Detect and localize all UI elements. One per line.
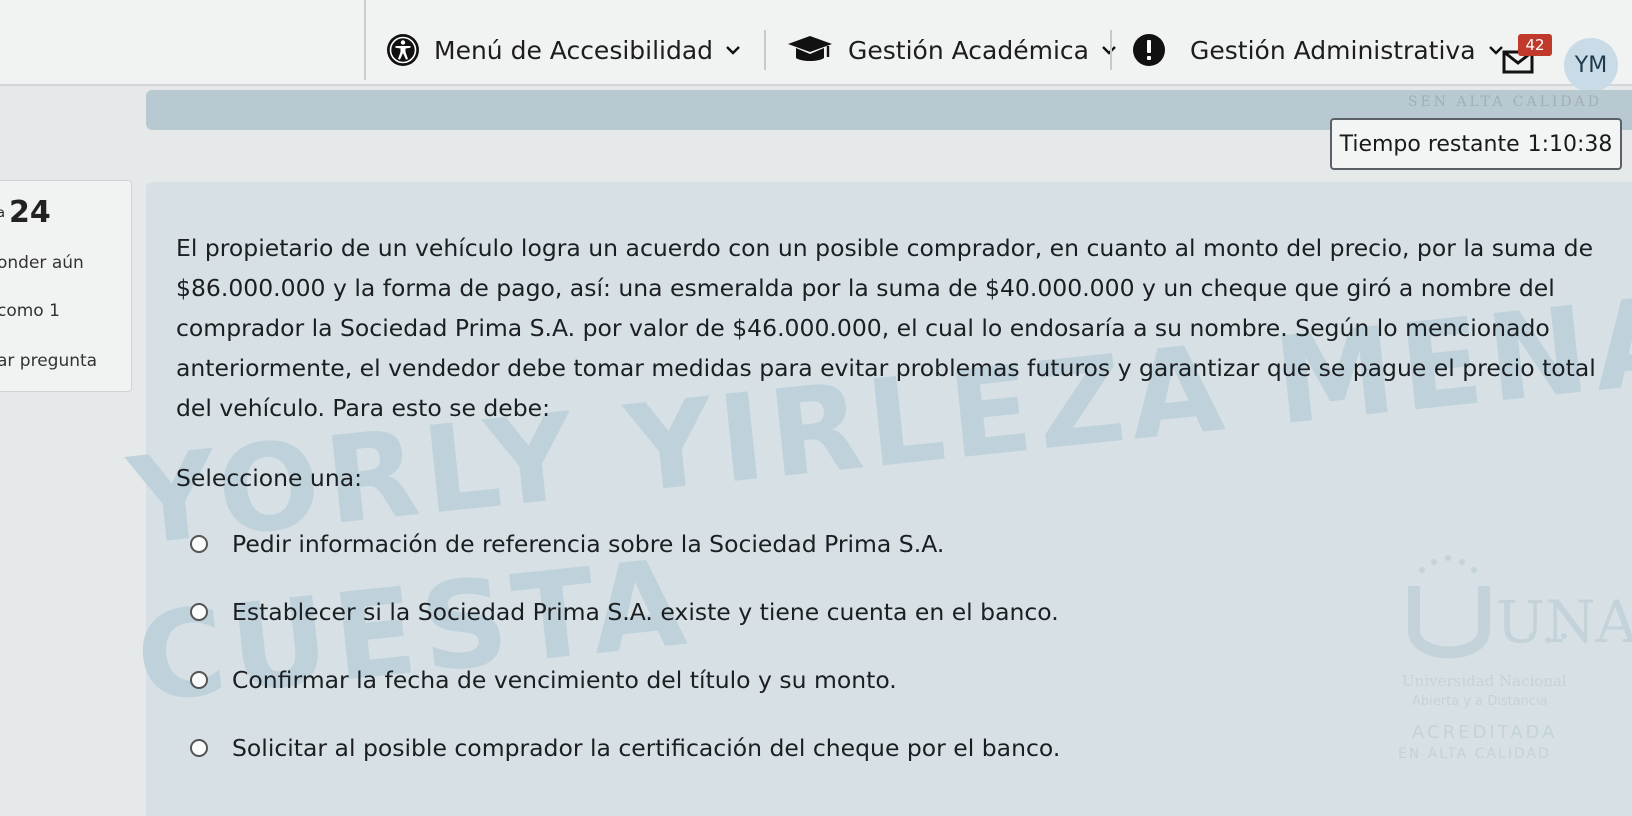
accreditation-label: ACREDITADA — [1412, 722, 1558, 743]
chevron-down-icon — [726, 46, 740, 55]
question-number-prefix: a — [0, 206, 5, 221]
select-one-prompt: Seleccione una: — [176, 464, 363, 492]
navbar-divider — [364, 0, 366, 80]
flag-question-link[interactable]: ar pregunta — [0, 351, 97, 371]
accessibility-menu-label: Menú de Accesibilidad — [434, 35, 714, 65]
accessibility-menu[interactable]: Menú de Accesibilidad — [386, 28, 743, 72]
radio-button[interactable] — [190, 535, 208, 553]
unad-subtitle-2: Abierta y a Distancia — [1412, 694, 1548, 709]
alert-icon — [1133, 34, 1165, 66]
question-info-box: a 24 onder aún como 1 ar pregunta — [0, 180, 132, 392]
question-text: El propietario de un vehículo logra un a… — [176, 234, 1596, 422]
unad-subtitle: Universidad Nacional — [1402, 672, 1567, 690]
question-status: onder aún — [0, 253, 84, 273]
graduation-cap-icon — [788, 36, 832, 61]
academic-menu-label: Gestión Académica — [848, 35, 1089, 65]
message-count-badge: 42 — [1518, 34, 1552, 56]
answer-option-label: Pedir información de referencia sobre la… — [232, 530, 945, 558]
answer-option[interactable]: Solicitar al posible comprador la certif… — [190, 734, 1060, 762]
answer-option-label: Confirmar la fecha de vencimiento del tí… — [232, 666, 897, 694]
chevron-down-icon — [1102, 46, 1116, 55]
question-number: 24 — [9, 195, 51, 230]
radio-button[interactable] — [190, 671, 208, 689]
timer-value: 1:10:38 — [1527, 131, 1613, 157]
academic-management-menu[interactable]: Gestión Académica — [786, 28, 1119, 72]
accessibility-icon — [387, 34, 419, 66]
radio-button[interactable] — [190, 603, 208, 621]
unad-letters: UNAD — [1496, 588, 1632, 656]
top-navbar: Menú de Accesibilidad Gestión Académica … — [0, 0, 1632, 92]
unad-logo: UNAD Universidad Nacional Abierta y a Di… — [1392, 552, 1632, 782]
banner-faint-text: SEN ALTA CALIDAD — [1407, 94, 1602, 110]
administrative-management-menu[interactable]: Gestión Administrativa — [1132, 28, 1506, 72]
answer-option[interactable]: Pedir información de referencia sobre la… — [190, 530, 944, 558]
answer-option[interactable]: Establecer si la Sociedad Prima S.A. exi… — [190, 598, 1059, 626]
answer-option[interactable]: Confirmar la fecha de vencimiento del tí… — [190, 666, 897, 694]
quiz-timer: Tiempo restante 1:10:38 — [1330, 118, 1622, 170]
navbar-separator — [764, 30, 766, 70]
answer-option-label: Solicitar al posible comprador la certif… — [232, 734, 1061, 762]
question-points: como 1 — [0, 301, 60, 321]
user-avatar[interactable]: YM — [1564, 38, 1618, 92]
messages-button[interactable]: 42 — [1502, 34, 1552, 78]
unad-emblem-icon: UNAD — [1408, 555, 1632, 659]
accreditation-label-2: EN ALTA CALIDAD — [1398, 746, 1551, 762]
answer-option-label: Establecer si la Sociedad Prima S.A. exi… — [232, 598, 1059, 626]
admin-menu-label: Gestión Administrativa — [1190, 35, 1476, 65]
radio-button[interactable] — [190, 739, 208, 757]
timer-label: Tiempo restante — [1339, 131, 1520, 157]
watermark-surname: CUESTA — [130, 533, 698, 730]
navbar-separator — [1110, 30, 1112, 70]
question-content-panel: YORLY YIRLEZA MENA CUESTA UNAD Universid… — [123, 182, 1632, 816]
